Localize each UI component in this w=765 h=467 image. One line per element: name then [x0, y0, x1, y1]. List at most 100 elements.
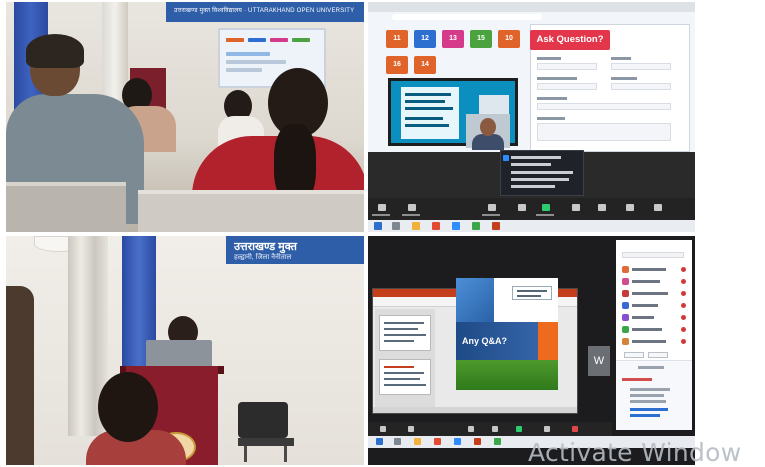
slide-thumbnails	[375, 309, 435, 413]
form-field[interactable]	[537, 83, 597, 90]
session-tile: 14	[414, 56, 436, 74]
more-icon[interactable]	[654, 204, 662, 211]
hair	[26, 34, 84, 68]
powerpoint-icon[interactable]	[474, 438, 481, 445]
share-screen-icon[interactable]	[542, 204, 550, 211]
screen-tile	[248, 38, 266, 42]
presenter-video	[466, 114, 510, 150]
chat-icon[interactable]	[518, 204, 526, 211]
slide-line	[405, 93, 451, 96]
apps-icon[interactable]	[626, 204, 634, 211]
browser-icon[interactable]	[432, 222, 440, 230]
screen-line	[226, 60, 286, 64]
app-icon[interactable]	[494, 438, 501, 445]
thumb-line	[384, 334, 426, 336]
folder-icon[interactable]	[412, 222, 420, 230]
session-tile: 16	[386, 56, 408, 74]
record-icon[interactable]	[544, 426, 550, 432]
photo-lecture-hall-audience: उत्तराखण्ड मुक्त विश्वविद्यालय · UTTARAK…	[6, 2, 364, 232]
avatar	[622, 302, 629, 309]
thumb-line	[384, 366, 414, 368]
activate-windows-watermark: Activate Window	[528, 438, 742, 467]
chat-line	[630, 388, 670, 391]
participant-row[interactable]	[622, 326, 688, 333]
participant-name	[632, 268, 666, 271]
head	[98, 372, 158, 442]
banner-text: उत्तराखण्ड मुक्त विश्वविद्यालय · UTTARAK…	[174, 8, 355, 14]
participant-row[interactable]	[622, 266, 688, 273]
app-icon[interactable]	[472, 222, 480, 230]
participant-search[interactable]	[622, 252, 684, 258]
notification-icon	[503, 155, 509, 161]
participant-row[interactable]	[622, 314, 688, 321]
thumb-line	[384, 378, 420, 380]
browser-tabbar	[368, 2, 695, 12]
banner-subtext: हल्द्वानी, जिला नैनीताल	[234, 254, 292, 261]
avatar	[622, 266, 629, 273]
share-screen-icon[interactable]	[516, 426, 522, 432]
form-field[interactable]	[611, 63, 671, 70]
search-icon[interactable]	[392, 222, 400, 230]
slide-thumbnail[interactable]	[379, 359, 431, 395]
slide-thumbnail[interactable]	[379, 315, 431, 351]
chat-link[interactable]	[630, 408, 668, 411]
form-select[interactable]	[537, 103, 671, 110]
avatar	[622, 338, 629, 345]
end-meeting-icon[interactable]	[572, 426, 578, 432]
search-icon[interactable]	[394, 438, 401, 445]
invite-button[interactable]	[624, 352, 644, 358]
video-icon[interactable]	[408, 426, 414, 432]
browser-icon[interactable]	[434, 438, 441, 445]
avatar	[622, 290, 629, 297]
chat-line	[630, 400, 666, 403]
participant-row[interactable]	[622, 278, 688, 285]
zoom-icon[interactable]	[452, 222, 460, 230]
form-label	[537, 57, 561, 60]
avatar	[622, 314, 629, 321]
thumb-line	[384, 322, 424, 324]
participant-row[interactable]	[622, 338, 688, 345]
slide-line	[405, 100, 445, 103]
mute-all-button[interactable]	[648, 352, 668, 358]
chat-icon[interactable]	[492, 426, 498, 432]
start-icon[interactable]	[376, 438, 383, 445]
form-field[interactable]	[611, 83, 671, 90]
question-textarea[interactable]	[537, 123, 671, 141]
form-field[interactable]	[537, 63, 597, 70]
record-icon[interactable]	[572, 204, 580, 211]
zoom-notification	[500, 150, 584, 196]
toast-line	[511, 185, 555, 188]
slide-blue-block	[456, 278, 494, 322]
toast-line	[511, 156, 561, 159]
screen-line	[226, 52, 270, 56]
zoom-screenshot-qa-slide: Any Q&A? W	[368, 236, 695, 465]
participants-icon[interactable]	[468, 426, 474, 432]
avatar	[622, 326, 629, 333]
mute-icon[interactable]	[380, 426, 386, 432]
reactions-icon[interactable]	[598, 204, 606, 211]
qa-slide: Any Q&A?	[456, 278, 558, 390]
control-label	[536, 214, 554, 216]
participants-icon[interactable]	[488, 204, 496, 211]
mute-icon[interactable]	[378, 204, 386, 211]
slide-text: Any Q&A?	[462, 336, 507, 346]
participant-row[interactable]	[622, 302, 688, 309]
zoom-screenshot-ask-question: 11 12 13 15 10 16 14 Ask Question?	[368, 2, 695, 232]
slide-orange-block	[538, 322, 558, 360]
session-tile: 13	[442, 30, 464, 48]
video-icon[interactable]	[408, 204, 416, 211]
toast-line	[511, 178, 569, 181]
form-label	[611, 57, 631, 60]
participant-name	[632, 340, 666, 343]
form-label	[537, 77, 577, 80]
folder-icon[interactable]	[414, 438, 421, 445]
chat-link[interactable]	[630, 414, 660, 417]
start-icon[interactable]	[374, 222, 382, 230]
control-label	[372, 214, 390, 216]
screen-tile	[270, 38, 288, 42]
participant-row[interactable]	[622, 290, 688, 297]
powerpoint-icon[interactable]	[492, 222, 500, 230]
zoom-icon[interactable]	[454, 438, 461, 445]
session-tile: 15	[470, 30, 492, 48]
screen-tile	[292, 38, 310, 42]
